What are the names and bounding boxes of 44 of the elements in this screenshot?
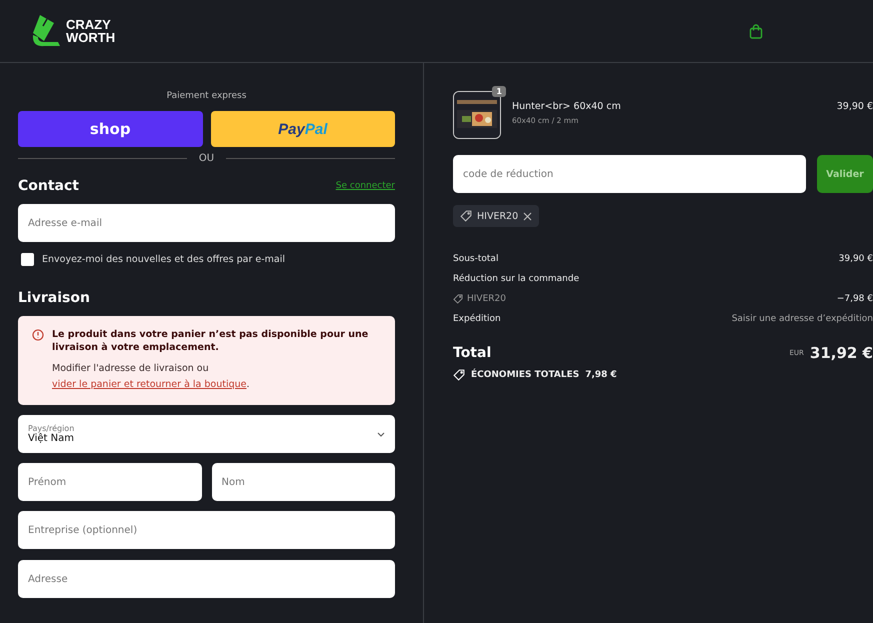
logo-text: CRAZY — [66, 18, 112, 31]
express-title: Paiement express — [166, 91, 248, 101]
chevron-down-icon — [377, 432, 385, 436]
newsletter-label: Envoyez-moi des nouvelles et des offres par e-mail — [42, 254, 286, 265]
product-price: 39,90 € — [836, 100, 873, 112]
section-heading: Contact — [18, 178, 79, 194]
quantity-badge: 1 — [492, 86, 506, 97]
country-select[interactable]: Pays/région Việt Nam — [18, 415, 395, 453]
savings-label: ÉCONOMIES TOTALES — [471, 370, 580, 380]
last-name-field[interactable]: Nom — [212, 463, 395, 501]
summary-value: Saisir une adresse d’expédition — [732, 314, 873, 324]
first-name-field[interactable]: Prénom — [18, 463, 202, 501]
summary-label: Réduction sur la commande — [453, 274, 580, 284]
tag-icon — [453, 369, 465, 381]
section-heading: Livraison — [18, 290, 91, 306]
product-name: Hunter<br> 60x40 cm — [512, 101, 622, 112]
summary-value: −7,98 € — [836, 294, 873, 304]
summary-value: 39,90 € — [838, 254, 873, 264]
close-icon[interactable] — [523, 212, 532, 220]
logo-text: WORTH — [66, 31, 116, 44]
mouse-logo-icon — [30, 13, 62, 49]
paypal-button[interactable]: PayPal — [210, 111, 395, 147]
empty-cart-link[interactable]: vider le panier et retourner à la boutique — [52, 379, 247, 390]
address-field[interactable]: Adresse — [18, 560, 395, 598]
error-icon — [32, 329, 44, 341]
savings-value: 7,98 € — [585, 370, 617, 380]
summary-label: Sous-total — [453, 254, 498, 264]
discount-code-field[interactable]: code de réduction — [453, 155, 806, 193]
separator-text: OU — [198, 153, 214, 164]
newsletter-checkbox[interactable] — [21, 253, 34, 266]
shop-pay-button[interactable]: shop — [18, 111, 202, 147]
shopping-bag-icon[interactable] — [749, 24, 763, 38]
login-link[interactable]: Se connecter — [336, 181, 395, 191]
email-field[interactable]: Adresse e-mail — [18, 204, 395, 242]
tag-icon — [453, 294, 463, 304]
company-field[interactable]: Entreprise (optionnel) — [18, 511, 395, 549]
discount-code-label: HIVER20 — [467, 294, 506, 304]
alert-hint: Modifier l'adresse de livraison ou vider le panier et retourner à la boutique. — [52, 362, 251, 392]
total-label: Total — [453, 345, 492, 361]
alert-message: Le produit dans votre panier n’est pas disponible pour une livraison à votre emplacement. — [52, 328, 370, 354]
tag-icon — [460, 210, 472, 222]
summary-label: Expédition — [453, 314, 501, 324]
total-price: 31,92 € — [810, 344, 873, 362]
discount-chip: HIVER20 — [453, 205, 540, 227]
